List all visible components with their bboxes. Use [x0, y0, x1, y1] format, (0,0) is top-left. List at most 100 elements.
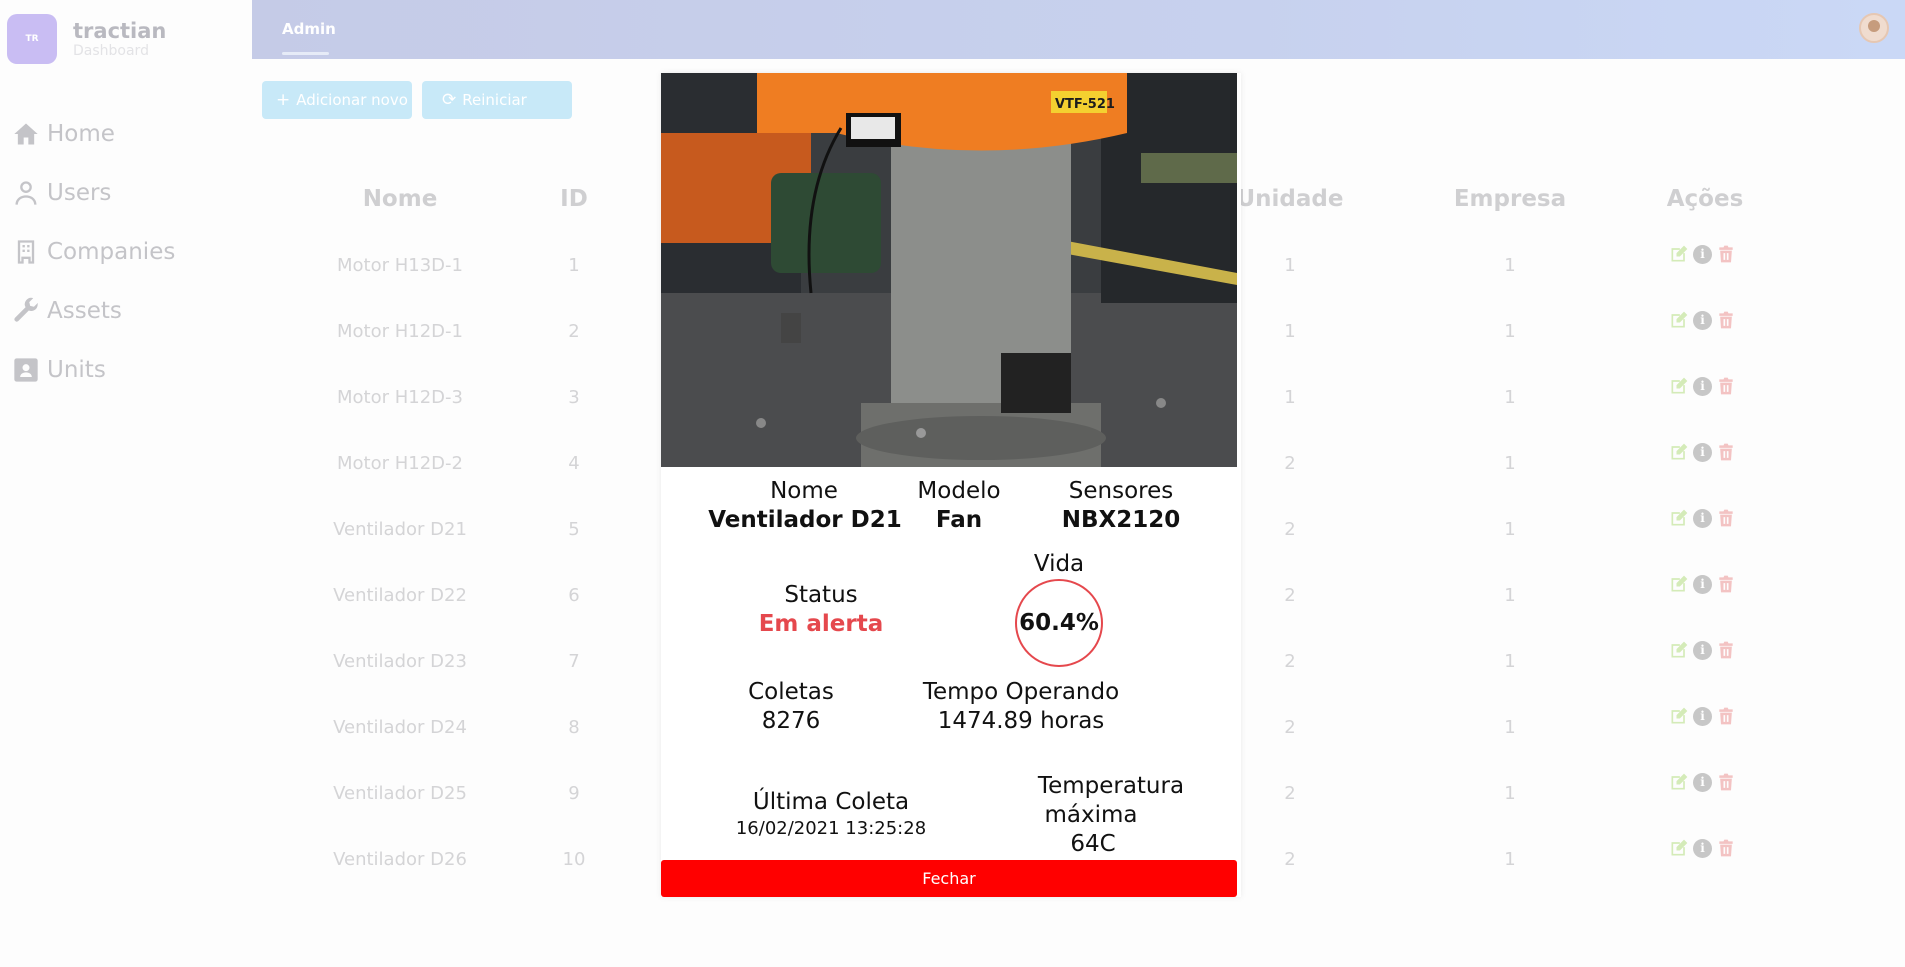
- edit-icon[interactable]: [1669, 376, 1689, 396]
- trash-icon[interactable]: [1716, 772, 1736, 792]
- plus-icon: +: [276, 90, 291, 110]
- edit-icon[interactable]: [1669, 640, 1689, 660]
- close-button[interactable]: Fechar: [661, 860, 1237, 897]
- trash-icon[interactable]: [1716, 508, 1736, 528]
- info-icon[interactable]: i: [1693, 376, 1712, 396]
- reset-button[interactable]: ⟳ Reiniciar: [422, 81, 572, 119]
- edit-icon[interactable]: [1669, 442, 1689, 462]
- building-icon: [17, 239, 35, 264]
- info-icon[interactable]: i: [1693, 244, 1712, 264]
- sidebar: TR tractian Dashboard Home Users Compani…: [0, 0, 252, 967]
- sidebar-item-units[interactable]: Units: [12, 340, 175, 399]
- user-icon: [15, 180, 37, 205]
- cell-id: 7: [568, 651, 580, 672]
- brand-logo-text: TR: [25, 34, 39, 44]
- cell-empresa: 1: [1504, 849, 1516, 870]
- info-icon[interactable]: i: [1693, 640, 1712, 660]
- reset-label: Reiniciar: [462, 91, 527, 109]
- cell-unidade: 2: [1284, 453, 1296, 474]
- edit-icon[interactable]: [1669, 244, 1689, 264]
- avatar[interactable]: [1859, 13, 1889, 43]
- sensores-value: NBX2120: [1061, 507, 1181, 533]
- add-new-button[interactable]: + Adicionar novo: [262, 81, 412, 119]
- trash-icon[interactable]: [1716, 376, 1736, 396]
- modelo-value: Fan: [935, 507, 983, 533]
- trash-icon[interactable]: [1716, 574, 1736, 594]
- vida-label: Vida: [1033, 551, 1085, 577]
- info-icon[interactable]: i: [1693, 772, 1712, 792]
- home-icon: [14, 123, 38, 144]
- cell-empresa: 1: [1504, 321, 1516, 342]
- cell-unidade: 1: [1284, 387, 1296, 408]
- trash-icon[interactable]: [1716, 244, 1736, 264]
- cell-id: 1: [568, 255, 580, 276]
- tempo-operando-label: Tempo Operando: [922, 679, 1120, 705]
- cell-id: 10: [562, 849, 586, 870]
- sidebar-item-companies[interactable]: Companies: [12, 222, 175, 281]
- edit-icon[interactable]: [1669, 574, 1689, 594]
- trash-icon[interactable]: [1716, 640, 1736, 660]
- cell-unidade: 2: [1284, 651, 1296, 672]
- cell-nome: Ventilador D23: [333, 651, 467, 672]
- sidebar-item-users[interactable]: Users: [12, 163, 175, 222]
- edit-icon[interactable]: [1669, 508, 1689, 528]
- edit-icon[interactable]: [1669, 310, 1689, 330]
- cell-id: 9: [568, 783, 580, 804]
- trash-icon[interactable]: [1716, 838, 1736, 858]
- temperatura-label-2: máxima: [1044, 802, 1138, 828]
- temperatura-label-1: Temperatura: [1037, 773, 1185, 799]
- info-icon[interactable]: i: [1693, 508, 1712, 528]
- info-icon[interactable]: i: [1693, 706, 1712, 726]
- wrench-icon: [14, 297, 38, 322]
- modelo-label: Modelo: [917, 478, 1001, 504]
- trash-icon[interactable]: [1716, 442, 1736, 462]
- nome-value: Ventilador D21: [708, 507, 902, 533]
- brand-title: tractian: [73, 19, 167, 43]
- edit-icon[interactable]: [1669, 706, 1689, 726]
- cell-nome: Motor H13D-1: [337, 255, 463, 276]
- sidebar-item-label: Units: [47, 356, 106, 383]
- cell-empresa: 1: [1504, 717, 1516, 738]
- row-actions: i: [1669, 772, 1736, 792]
- sidebar-item-label: Companies: [47, 238, 176, 265]
- cell-unidade: 2: [1284, 783, 1296, 804]
- row-actions: i: [1669, 574, 1736, 594]
- add-new-label: Adicionar novo: [296, 91, 408, 109]
- coletas-label: Coletas: [748, 679, 834, 705]
- cell-id: 2: [568, 321, 580, 342]
- cell-nome: Ventilador D26: [333, 849, 467, 870]
- brand[interactable]: TR tractian Dashboard: [7, 14, 166, 64]
- column-header-acoes: Ações: [1666, 186, 1744, 212]
- column-header-nome[interactable]: Nome: [340, 186, 460, 212]
- asset-photo-image: VTF-521: [661, 73, 1237, 467]
- cell-nome: Ventilador D22: [333, 585, 467, 606]
- info-icon[interactable]: i: [1693, 838, 1712, 858]
- trash-icon[interactable]: [1716, 310, 1736, 330]
- sidebar-item-label: Users: [47, 179, 112, 206]
- sidebar-item-home[interactable]: Home: [12, 104, 175, 163]
- cell-nome: Motor H12D-1: [337, 321, 463, 342]
- asset-detail-modal: VTF-521 Nome Ventilador D21 Modelo Fan S…: [661, 73, 1241, 897]
- sidebar-item-assets[interactable]: Assets: [12, 281, 175, 340]
- ultima-coleta-value: 16/02/2021 13:25:28: [735, 818, 927, 839]
- cell-nome: Motor H12D-3: [337, 387, 463, 408]
- edit-icon[interactable]: [1669, 772, 1689, 792]
- column-header-empresa[interactable]: Empresa: [1445, 186, 1575, 212]
- info-icon[interactable]: i: [1693, 574, 1712, 594]
- cell-unidade: 2: [1284, 519, 1296, 540]
- tempo-operando-value: 1474.89 horas: [937, 708, 1105, 734]
- column-header-id[interactable]: ID: [544, 186, 604, 212]
- sidebar-nav: Home Users Companies Assets Units: [12, 104, 175, 399]
- edit-icon[interactable]: [1669, 838, 1689, 858]
- cell-id: 5: [568, 519, 580, 540]
- cell-nome: Ventilador D21: [333, 519, 467, 540]
- ultima-coleta-label: Última Coleta: [752, 789, 910, 815]
- topbar: Admin: [252, 0, 1905, 59]
- cell-nome: Ventilador D25: [333, 783, 467, 804]
- status-value: Em alerta: [758, 611, 884, 637]
- column-header-unidade[interactable]: Unidade: [1230, 186, 1350, 212]
- tab-admin[interactable]: Admin: [282, 20, 336, 38]
- info-icon[interactable]: i: [1693, 310, 1712, 330]
- info-icon[interactable]: i: [1693, 442, 1712, 462]
- trash-icon[interactable]: [1716, 706, 1736, 726]
